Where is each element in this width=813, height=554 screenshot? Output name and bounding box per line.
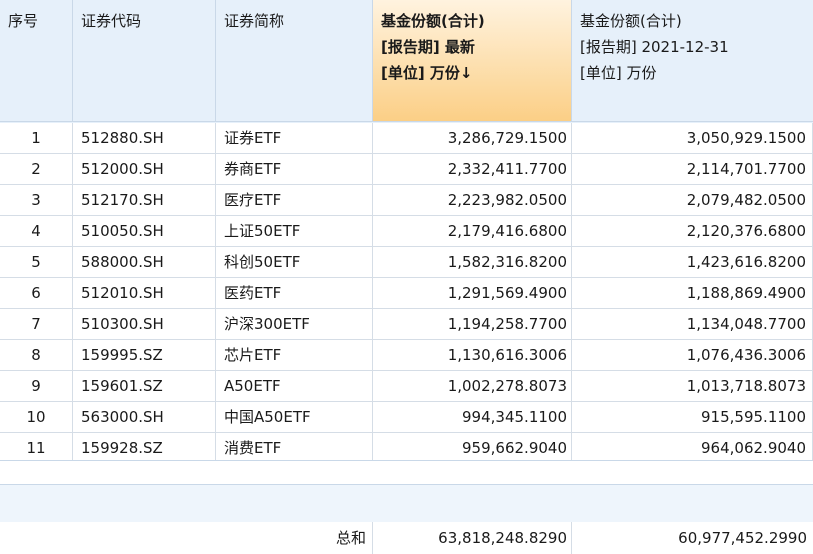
totals-row: 总和 63,818,248.8290 60,977,452.2990 — [0, 522, 813, 554]
table-row[interactable]: 4 510050.SH 上证50ETF 2,179,416.6800 2,120… — [0, 216, 813, 247]
cell-prev: 2,120,376.6800 — [572, 216, 813, 247]
cell-latest: 1,130,616.3006 — [373, 340, 572, 371]
cell-latest: 1,194,258.7700 — [373, 309, 572, 340]
header-name-label: 证券简称 — [224, 12, 285, 30]
header-seq[interactable]: 序号 — [0, 0, 73, 122]
cell-seq: 7 — [0, 309, 73, 340]
cell-seq: 10 — [0, 402, 73, 433]
cell-seq: 5 — [0, 247, 73, 278]
cell-prev: 964,062.9040 — [572, 433, 813, 460]
table-header: 序号 证券代码 证券简称 基金份额(合计) [报告期] 最新 [单位] 万份↓ … — [0, 0, 813, 123]
cell-name: 证券ETF — [216, 123, 373, 154]
cell-prev: 1,013,718.8073 — [572, 371, 813, 402]
cell-seq: 6 — [0, 278, 73, 309]
cell-latest: 2,223,982.0500 — [373, 185, 572, 216]
cell-code: 512000.SH — [73, 154, 216, 185]
table-row[interactable]: 9 159601.SZ A50ETF 1,002,278.8073 1,013,… — [0, 371, 813, 402]
cell-prev: 2,079,482.0500 — [572, 185, 813, 216]
cell-code: 159995.SZ — [73, 340, 216, 371]
header-latest-sorted[interactable]: 基金份额(合计) [报告期] 最新 [单位] 万份↓ — [373, 0, 572, 122]
cell-seq: 1 — [0, 123, 73, 154]
cell-code: 563000.SH — [73, 402, 216, 433]
table-row[interactable]: 11 159928.SZ 消费ETF 959,662.9040 964,062.… — [0, 433, 813, 460]
cell-code: 512880.SH — [73, 123, 216, 154]
header-2021-line3: [单位] 万份 — [580, 64, 657, 82]
cell-code: 510050.SH — [73, 216, 216, 247]
cell-prev: 1,188,869.4900 — [572, 278, 813, 309]
cell-latest: 2,332,411.7700 — [373, 154, 572, 185]
totals-latest: 63,818,248.8290 — [373, 522, 572, 554]
cell-code: 159928.SZ — [73, 433, 216, 460]
header-code[interactable]: 证券代码 — [73, 0, 216, 122]
table-body: 1 512880.SH 证券ETF 3,286,729.1500 3,050,9… — [0, 123, 813, 460]
cell-seq: 9 — [0, 371, 73, 402]
table-row[interactable]: 8 159995.SZ 芯片ETF 1,130,616.3006 1,076,4… — [0, 340, 813, 371]
cell-name: A50ETF — [216, 371, 373, 402]
cell-code: 588000.SH — [73, 247, 216, 278]
cell-latest: 1,002,278.8073 — [373, 371, 572, 402]
cell-code: 159601.SZ — [73, 371, 216, 402]
header-2021-line2: [报告期] 2021-12-31 — [580, 38, 729, 56]
cell-seq: 8 — [0, 340, 73, 371]
cell-latest: 2,179,416.6800 — [373, 216, 572, 247]
cell-code: 510300.SH — [73, 309, 216, 340]
cell-latest: 1,582,316.8200 — [373, 247, 572, 278]
cell-seq: 4 — [0, 216, 73, 247]
cell-seq: 3 — [0, 185, 73, 216]
header-name[interactable]: 证券简称 — [216, 0, 373, 122]
cell-name: 科创50ETF — [216, 247, 373, 278]
table-row[interactable]: 2 512000.SH 券商ETF 2,332,411.7700 2,114,7… — [0, 154, 813, 185]
header-seq-label: 序号 — [8, 12, 39, 30]
header-latest-line2: [报告期] 最新 — [381, 38, 475, 56]
cell-prev: 1,134,048.7700 — [572, 309, 813, 340]
cell-prev: 3,050,929.1500 — [572, 123, 813, 154]
cell-name: 芯片ETF — [216, 340, 373, 371]
totals-label: 总和 — [216, 522, 373, 554]
empty-filter-row[interactable] — [0, 484, 813, 523]
cell-name: 医药ETF — [216, 278, 373, 309]
cell-prev: 1,076,436.3006 — [572, 340, 813, 371]
cell-name: 医疗ETF — [216, 185, 373, 216]
cell-latest: 994,345.1100 — [373, 402, 572, 433]
cell-latest: 3,286,729.1500 — [373, 123, 572, 154]
cell-name: 沪深300ETF — [216, 309, 373, 340]
table-row[interactable]: 6 512010.SH 医药ETF 1,291,569.4900 1,188,8… — [0, 278, 813, 309]
cell-prev: 1,423,616.8200 — [572, 247, 813, 278]
table-row[interactable]: 5 588000.SH 科创50ETF 1,582,316.8200 1,423… — [0, 247, 813, 278]
header-code-label: 证券代码 — [81, 12, 142, 30]
cell-latest: 959,662.9040 — [373, 433, 572, 460]
header-latest-line1: 基金份额(合计) — [381, 12, 485, 30]
cell-name: 中国A50ETF — [216, 402, 373, 433]
table-row[interactable]: 3 512170.SH 医疗ETF 2,223,982.0500 2,079,4… — [0, 185, 813, 216]
totals-prev: 60,977,452.2990 — [678, 529, 807, 547]
cell-seq: 2 — [0, 154, 73, 185]
cell-seq: 11 — [0, 433, 73, 460]
header-2021[interactable]: 基金份额(合计) [报告期] 2021-12-31 [单位] 万份 — [572, 0, 813, 122]
table-row[interactable]: 10 563000.SH 中国A50ETF 994,345.1100 915,5… — [0, 402, 813, 433]
header-2021-line1: 基金份额(合计) — [580, 12, 682, 30]
cell-name: 上证50ETF — [216, 216, 373, 247]
cell-prev: 915,595.1100 — [572, 402, 813, 433]
header-latest-line3: [单位] 万份↓ — [381, 64, 473, 82]
cell-code: 512170.SH — [73, 185, 216, 216]
table-row[interactable]: 1 512880.SH 证券ETF 3,286,729.1500 3,050,9… — [0, 123, 813, 154]
cell-code: 512010.SH — [73, 278, 216, 309]
cell-prev: 2,114,701.7700 — [572, 154, 813, 185]
table-row[interactable]: 7 510300.SH 沪深300ETF 1,194,258.7700 1,13… — [0, 309, 813, 340]
cell-name: 券商ETF — [216, 154, 373, 185]
cell-name: 消费ETF — [216, 433, 373, 460]
cell-latest: 1,291,569.4900 — [373, 278, 572, 309]
